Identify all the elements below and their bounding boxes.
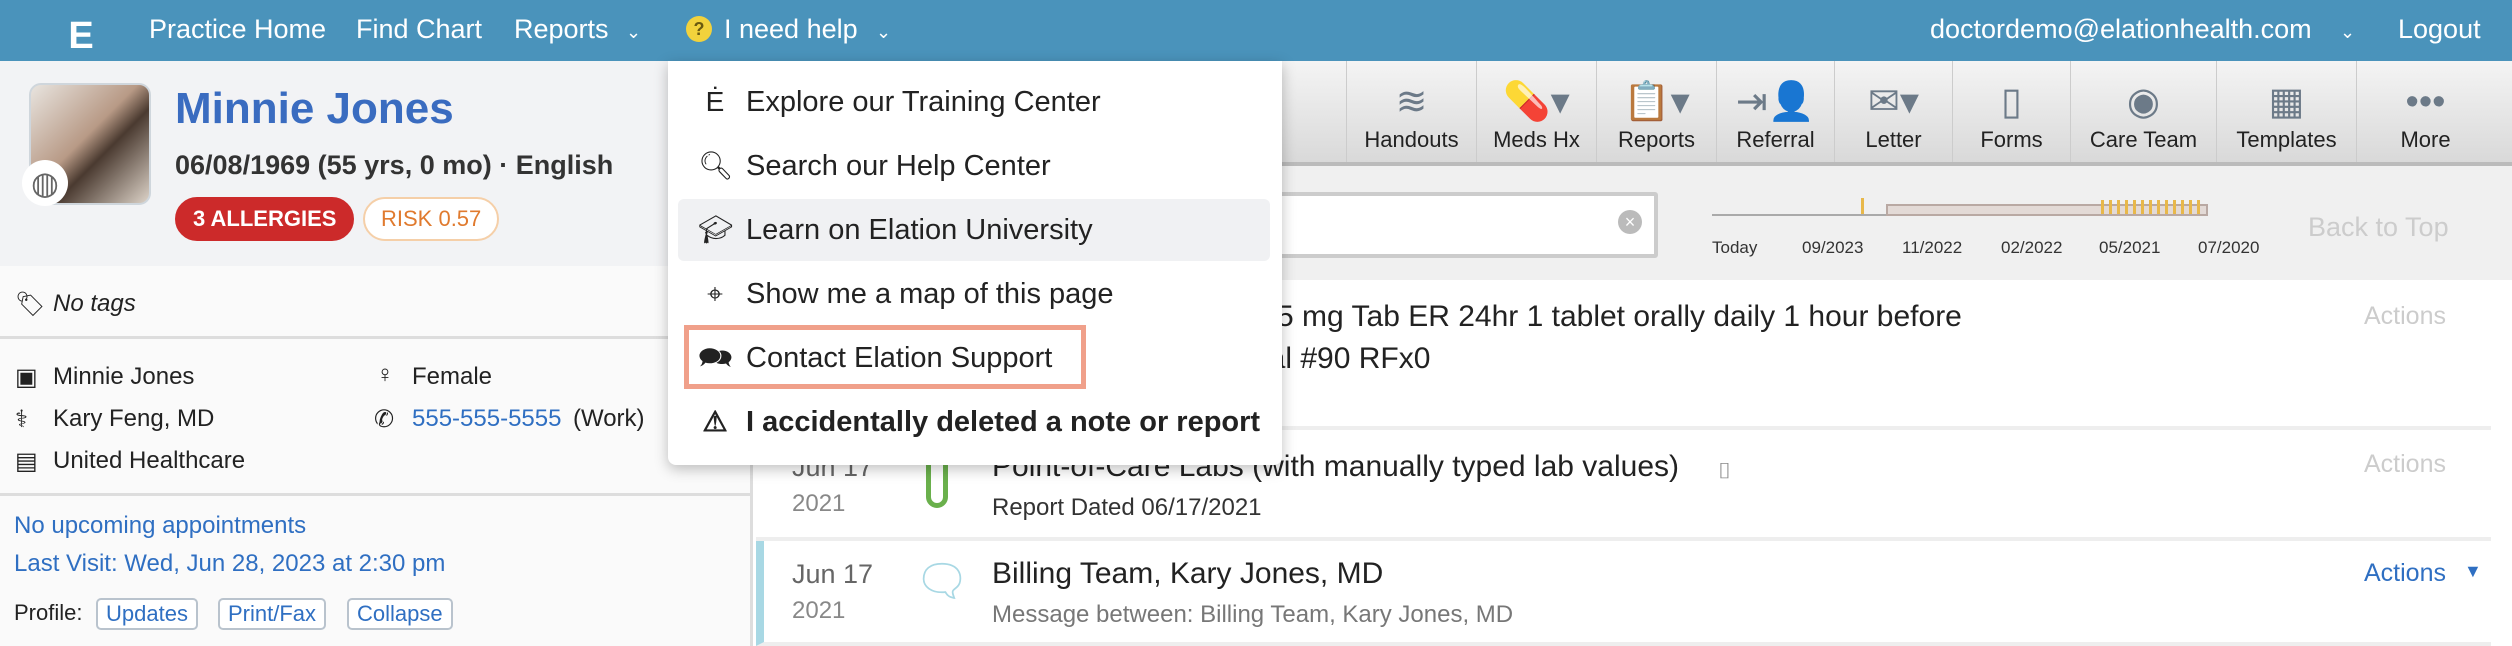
feed-date: Jun 17	[792, 559, 874, 589]
feed-item-title[interactable]: Billing Team, Kary Jones, MD	[992, 557, 1383, 591]
tag-icon[interactable]: ⌷	[1718, 458, 1731, 484]
menu-item-page-map[interactable]: ⌖ Show me a map of this page	[678, 263, 1270, 325]
profile-updates-button[interactable]: Updates	[96, 598, 198, 630]
id-card-icon: ▣	[15, 364, 38, 391]
toolbar-meds-hx-button[interactable]: 💊▾ Meds Hx	[1476, 61, 1596, 162]
search-input[interactable]: ×	[1256, 192, 1658, 258]
map-pin-icon: ⌖	[707, 278, 723, 309]
timeline-tick: 02/2022	[2001, 238, 2063, 257]
logout-link[interactable]: Logout	[2398, 14, 2481, 45]
feed-item-text[interactable]: 8.5 mg Tab ER 24hr 1 tablet orally daily…	[1252, 300, 1962, 334]
elation-logo[interactable]: E	[52, 6, 110, 68]
profile-print-fax-button[interactable]: Print/Fax	[218, 598, 327, 630]
tag-icon: 🏷	[15, 291, 46, 318]
timeline-tick: Today	[1712, 238, 1758, 257]
actions-menu[interactable]: Actions	[2364, 450, 2446, 479]
timeline-tick: 05/2021	[2099, 238, 2161, 257]
chevron-down-icon[interactable]: ⌄	[626, 22, 641, 43]
menu-item-training-center[interactable]: Ė Explore our Training Center	[678, 71, 1270, 133]
caret-down-icon[interactable]: ▼	[2464, 561, 2482, 582]
female-icon: ♀	[376, 361, 394, 388]
patient-insurance: United Healthcare	[53, 447, 246, 474]
actions-menu[interactable]: Actions	[2364, 302, 2446, 331]
menu-item-deleted-note[interactable]: ⚠ I accidentally deleted a note or report	[678, 391, 1270, 453]
feed-year: 2021	[792, 490, 846, 517]
message-bubbles-icon: 🗨	[914, 557, 970, 606]
feed-year: 2021	[792, 597, 846, 624]
clipboard-icon: ▯	[2001, 81, 2022, 123]
phone-icon: ✆	[374, 406, 395, 433]
toolbar-templates-button[interactable]: ▦ Templates	[2216, 61, 2356, 162]
stethoscope-icon: ⚕	[15, 406, 28, 433]
clipboard-chart-icon: 📋▾	[1623, 81, 1690, 123]
toolbar-handouts-button[interactable]: ≋ Handouts	[1346, 61, 1476, 162]
toolbar-referral-button[interactable]: ⇥👤 Referral	[1716, 61, 1834, 162]
patient-full-name: Minnie Jones	[53, 363, 195, 390]
profile-collapse-button[interactable]: Collapse	[347, 598, 453, 630]
insurance-card-icon: ▤	[15, 448, 38, 475]
timeline-tick: 07/2020	[2198, 238, 2260, 257]
menu-item-elation-university[interactable]: 🎓︎ Learn on Elation University	[678, 199, 1270, 261]
nav-reports[interactable]: Reports	[514, 14, 609, 45]
timeline-event-mark	[1861, 198, 1864, 214]
divider	[0, 336, 753, 339]
feed-item-subtitle: Message between: Billing Team, Kary Jone…	[992, 601, 1514, 628]
graduation-cap-icon: 🎓︎	[698, 214, 734, 245]
risk-badge[interactable]: RISK 0.57	[363, 197, 500, 241]
toolbar-forms-button[interactable]: ▯ Forms	[1952, 61, 2070, 162]
top-nav: E Practice Home Find Chart Reports ⌄ ? I…	[0, 0, 2512, 68]
timeline-tick: 09/2023	[1802, 238, 1864, 257]
patient-dob: 06/08/1969 (55 yrs, 0 mo) · English	[175, 150, 614, 180]
toolbar-more-button[interactable]: ••• More	[2356, 61, 2494, 162]
help-icon[interactable]: ?	[686, 16, 712, 42]
highlight-box	[684, 325, 1086, 389]
warning-icon: ⚠	[702, 406, 728, 437]
actions-menu[interactable]: Actions	[2364, 559, 2446, 588]
toolbar-letter-button[interactable]: ✉▾ Letter	[1834, 61, 1952, 162]
patient-provider: Kary Feng, MD	[53, 405, 215, 432]
search-icon: 🔍︎	[698, 150, 734, 181]
patient-gender: Female	[412, 363, 493, 390]
tags-text[interactable]: No tags	[53, 290, 136, 318]
back-to-top-link[interactable]: Back to Top	[2308, 212, 2449, 243]
patient-phone[interactable]: 555-555-5555	[412, 405, 561, 433]
chevron-down-icon[interactable]: ⌄	[876, 22, 891, 43]
pill-list-icon: 💊▾	[1503, 81, 1570, 123]
nav-i-need-help[interactable]: I need help	[724, 14, 858, 45]
allergies-badge[interactable]: 3 ALLERGIES	[175, 197, 355, 241]
care-team-icon: ◉	[2126, 81, 2161, 123]
clear-icon[interactable]: ×	[1618, 210, 1642, 234]
feed-item: Jun 17 2021 🗨 Billing Team, Kary Jones, …	[756, 541, 2491, 646]
profile-label: Profile:	[14, 600, 83, 625]
envelope-icon: ✉▾	[1868, 81, 1919, 123]
templates-icon: ▦	[2268, 81, 2305, 123]
last-visit-link[interactable]: Last Visit: Wed, Jun 28, 2023 at 2:30 pm	[14, 550, 445, 578]
nav-find-chart[interactable]: Find Chart	[356, 14, 482, 45]
feed-item-subtitle: Report Dated 06/17/2021	[992, 494, 1262, 521]
help-dropdown-menu: Ė Explore our Training Center 🔍︎ Search ou…	[668, 61, 1282, 465]
chevron-down-icon[interactable]: ⌄	[2340, 22, 2355, 43]
toolbar-care-team-button[interactable]: ◉ Care Team	[2070, 61, 2216, 162]
nav-practice-home[interactable]: Practice Home	[149, 14, 326, 45]
divider	[0, 493, 753, 496]
appointments-link[interactable]: No upcoming appointments	[14, 512, 306, 540]
more-dots-icon: •••	[2405, 81, 2446, 123]
user-email-menu[interactable]: doctordemo@elationhealth.com	[1930, 14, 2312, 45]
patient-name[interactable]: Minnie Jones	[175, 84, 454, 134]
timeline-tick: 11/2022	[1902, 238, 1963, 257]
referral-icon: ⇥👤	[1735, 81, 1816, 123]
globe-icon[interactable]: ◍	[22, 160, 68, 206]
menu-item-help-center[interactable]: 🔍︎ Search our Help Center	[678, 135, 1270, 197]
elation-logo-icon: Ė	[705, 86, 725, 117]
timeline-event-marks	[2101, 200, 2201, 214]
phone-type: (Work)	[573, 405, 645, 432]
toolbar-reports-button[interactable]: 📋▾ Reports	[1596, 61, 1716, 162]
layers-icon: ≋	[1395, 81, 1428, 123]
